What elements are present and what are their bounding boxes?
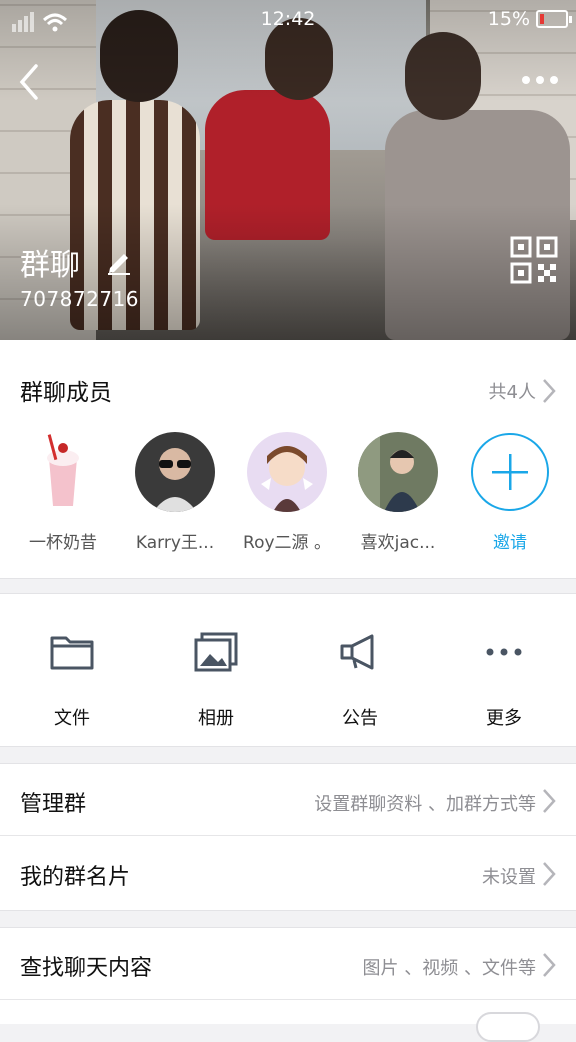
members-section: 群聊成员 共4人 一杯奶昔 Karry王... Roy二源 。 喜欢jac...… xyxy=(0,340,576,578)
group-card-row[interactable]: 我的群名片 未设置 xyxy=(0,837,576,909)
cartoon-avatar xyxy=(247,432,327,512)
search-chat-label: 查找聊天内容 xyxy=(20,956,153,981)
tool-label: 相册 xyxy=(198,708,234,729)
tool-notice[interactable]: 公告 xyxy=(288,594,432,746)
member-name: Karry王... xyxy=(135,533,215,553)
member-item[interactable]: 一杯奶昔 xyxy=(8,432,118,562)
milkshake-avatar xyxy=(23,432,103,512)
member-item[interactable]: Roy二源 。 xyxy=(232,432,342,562)
back-icon[interactable] xyxy=(14,60,44,104)
battery-percent: 15% xyxy=(487,8,530,30)
search-chat-value: 图片 、视频 、文件等 xyxy=(362,958,536,979)
tool-label: 公告 xyxy=(342,708,378,729)
edit-icon[interactable] xyxy=(104,246,134,276)
more-icon xyxy=(486,648,522,656)
member-avatar-row: 一杯奶昔 Karry王... Roy二源 。 喜欢jac... 邀请 xyxy=(0,432,576,562)
manage-group-label: 管理群 xyxy=(20,792,87,817)
group-card-label: 我的群名片 xyxy=(20,865,131,890)
members-title: 群聊成员 xyxy=(20,380,112,406)
tool-label: 文件 xyxy=(54,708,90,729)
invite-label: 邀请 xyxy=(493,533,527,553)
member-name: 一杯奶昔 xyxy=(29,533,97,553)
tool-album[interactable]: 相册 xyxy=(144,594,288,746)
member-item[interactable]: 喜欢jac... xyxy=(343,432,453,562)
group-id: 707872716 xyxy=(20,287,140,311)
chevron-right-icon xyxy=(543,789,556,813)
status-bar: 12:42 15% xyxy=(0,0,576,40)
member-name: 喜欢jac... xyxy=(360,533,436,553)
settings-group-1: 管理群 设置群聊资料 、加群方式等 我的群名片 未设置 xyxy=(0,764,576,910)
group-name: 群聊 xyxy=(20,248,80,283)
row-divider xyxy=(0,999,576,1000)
tool-more[interactable]: 更多 xyxy=(432,594,576,746)
add-member-icon[interactable] xyxy=(470,432,550,512)
members-count[interactable]: 共4人 xyxy=(489,378,536,404)
row-divider xyxy=(0,835,576,836)
toggle-switch[interactable] xyxy=(476,1012,540,1042)
qr-code-icon[interactable] xyxy=(510,236,558,284)
album-icon xyxy=(194,632,238,672)
invite-button[interactable]: 邀请 xyxy=(455,432,565,562)
chevron-right-icon[interactable] xyxy=(542,378,556,404)
manage-group-value: 设置群聊资料 、加群方式等 xyxy=(314,794,536,815)
manage-group-row[interactable]: 管理群 设置群聊资料 、加群方式等 xyxy=(0,764,576,836)
chevron-right-icon xyxy=(543,862,556,886)
member-photo-avatar xyxy=(135,432,215,512)
section-divider xyxy=(0,746,576,764)
member-name: Roy二源 。 xyxy=(243,533,331,553)
settings-group-2: 查找聊天内容 图片 、视频 、文件等 xyxy=(0,928,576,1024)
tool-label: 更多 xyxy=(486,708,522,729)
tool-files[interactable]: 文件 xyxy=(0,594,144,746)
battery-level xyxy=(540,14,544,24)
more-options-icon[interactable] xyxy=(520,70,560,90)
search-chat-row[interactable]: 查找聊天内容 图片 、视频 、文件等 xyxy=(0,928,576,1000)
megaphone-icon xyxy=(340,634,374,670)
section-divider xyxy=(0,910,576,928)
section-divider xyxy=(0,578,576,594)
group-card-value: 未设置 xyxy=(482,867,536,888)
member-item[interactable]: Karry王... xyxy=(120,432,230,562)
battery-icon xyxy=(536,10,572,28)
folder-icon xyxy=(50,636,94,670)
member-photo-avatar xyxy=(358,432,438,512)
group-tools: 文件 相册 公告 更多 xyxy=(0,594,576,746)
chevron-right-icon xyxy=(543,953,556,977)
